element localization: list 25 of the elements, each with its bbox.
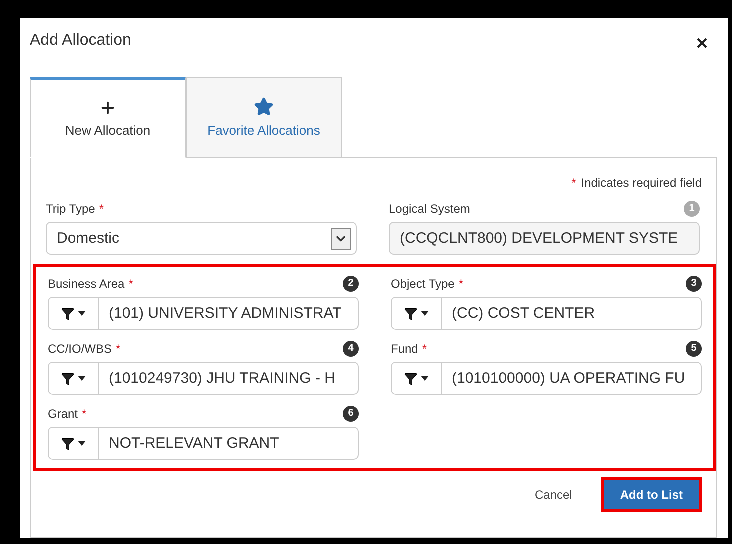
field-label: Fund *: [391, 342, 428, 356]
field-label: Object Type *: [391, 276, 464, 290]
dialog-title: Add Allocation: [30, 32, 132, 50]
tab[interactable]: New Allocation: [30, 77, 186, 158]
field-label: CC/IO/WBS *: [48, 342, 121, 356]
number-badge: 2: [343, 276, 359, 292]
input-field[interactable]: (CCQCLNT800) DEVELOPMENT SYSTE: [389, 222, 700, 255]
plus-icon: [99, 99, 117, 117]
field-label: Grant *: [48, 406, 87, 420]
number-badge: 4: [343, 340, 359, 356]
cancel-button[interactable]: Cancel: [528, 486, 578, 502]
number-badge: 3: [686, 276, 702, 292]
field-label: Trip Type *: [46, 202, 104, 216]
number-badge: 6: [343, 406, 359, 422]
star-icon: [254, 97, 274, 117]
tab[interactable]: Favorite Allocations: [186, 77, 342, 158]
field-label: Logical System: [389, 202, 470, 216]
number-badge: 1: [684, 200, 700, 216]
trip-type-select[interactable]: Domestic: [46, 222, 357, 255]
add-button[interactable]: Add to List: [604, 480, 699, 509]
field-label: Business Area *: [48, 276, 134, 290]
close-button[interactable]: ×: [696, 32, 716, 56]
required-note: * Indicates required field: [570, 175, 703, 190]
chevron-down-icon: [331, 228, 351, 250]
number-badge: 5: [686, 340, 702, 356]
